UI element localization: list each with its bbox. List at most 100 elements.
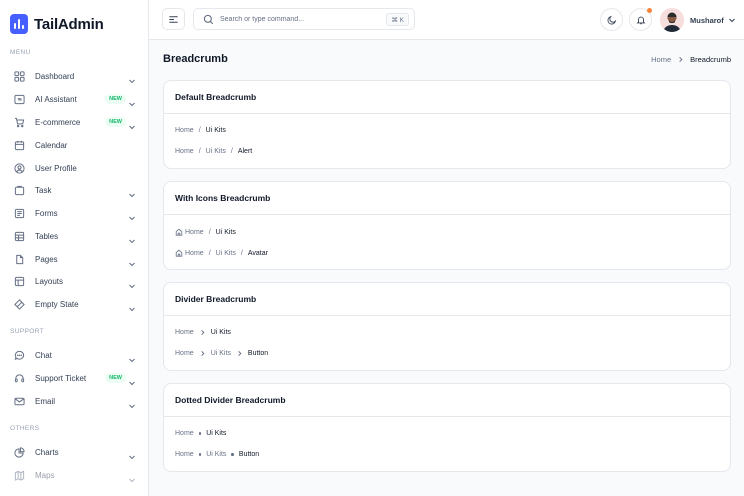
breadcrumb-separator: /: [198, 148, 201, 155]
chevron-right-icon: [199, 329, 206, 336]
breadcrumb-current: Alert: [237, 148, 253, 155]
sidebar-item-calendar[interactable]: Calendar: [12, 136, 136, 154]
sidebar-item-chat[interactable]: Chat: [12, 346, 136, 364]
breadcrumb-current: Ui Kits: [215, 228, 236, 236]
chevron-down-icon: [128, 448, 136, 460]
breadcrumb-link[interactable]: Ui Kits: [216, 250, 236, 257]
search-input[interactable]: [220, 15, 380, 23]
search-bar[interactable]: ⌘ K: [193, 8, 415, 30]
sidebar-item-support-ticket[interactable]: Support Ticket NEW: [12, 369, 136, 387]
top-header: ⌘ K Musharof: [149, 0, 744, 40]
notification-dot: [647, 8, 652, 13]
grid-icon: [12, 69, 26, 83]
dotted-breadcrumb-card: Dotted Divider Breadcrumb Home Ui Kits H…: [163, 383, 731, 472]
search-icon: [203, 14, 214, 25]
sidebar-item-maps[interactable]: Maps: [12, 466, 136, 484]
default-breadcrumb-card: Default Breadcrumb Home / Ui Kits Home /…: [163, 80, 731, 169]
layouts-icon: [12, 274, 26, 288]
avatar: [660, 8, 684, 32]
breadcrumb-link[interactable]: Home: [185, 229, 204, 236]
sidebar-item-layouts[interactable]: Layouts: [12, 272, 136, 290]
sidebar-item-label: Tables: [35, 231, 59, 241]
breadcrumb-link[interactable]: Home: [175, 127, 194, 134]
sidebar-item-label: Chat: [35, 350, 52, 360]
chevron-right-icon: [199, 350, 206, 357]
table-icon: [12, 229, 26, 243]
breadcrumb: Home Ui Kits Button: [175, 451, 259, 458]
breadcrumb-separator: /: [208, 249, 211, 257]
bell-icon: [636, 15, 646, 25]
breadcrumb-link[interactable]: Home: [175, 451, 194, 458]
breadcrumb: Home / Ui Kits / Alert: [175, 148, 252, 155]
breadcrumb-link[interactable]: Ui Kits: [206, 148, 226, 155]
breadcrumb-link[interactable]: Home: [175, 148, 194, 155]
icons-breadcrumb-card: With Icons Breadcrumb Home / Ui Kits Hom…: [163, 181, 731, 270]
sidebar-item-ai-assistant[interactable]: AI Assistant NEW: [12, 90, 136, 108]
sidebar-item-label: Calendar: [35, 140, 68, 150]
chevron-down-icon: [128, 300, 136, 312]
breadcrumb-current: Avatar: [247, 249, 268, 257]
menu-icon: [168, 14, 179, 25]
section-label-others: OTHERS: [10, 425, 40, 432]
new-badge: NEW: [105, 117, 126, 127]
chat-icon: [12, 348, 26, 362]
sidebar-item-label: Maps: [35, 470, 55, 480]
sidebar-item-email[interactable]: Email: [12, 392, 136, 410]
sidebar-item-label: Task: [35, 185, 52, 195]
card-title: Dotted Divider Breadcrumb: [164, 384, 730, 417]
breadcrumb-link[interactable]: Ui Kits: [211, 350, 231, 357]
dot-separator-icon: [198, 432, 202, 435]
sidebar-item-label: Layouts: [35, 276, 64, 286]
task-icon: [12, 183, 26, 197]
breadcrumb-separator: /: [198, 127, 201, 134]
chevron-down-icon: [128, 186, 136, 198]
sidebar-item-dashboard[interactable]: Dashboard: [12, 67, 136, 85]
sidebar-item-charts[interactable]: Charts: [12, 443, 136, 461]
sidebar-item-label: E-commerce: [35, 117, 81, 127]
cart-icon: [12, 115, 26, 129]
sidebar-item-label: Charts: [35, 447, 59, 457]
breadcrumb-current: Breadcrumb: [690, 55, 731, 64]
breadcrumb-current: Ui Kits: [210, 329, 231, 336]
section-label-support: SUPPORT: [10, 328, 45, 335]
brand-logo[interactable]: TailAdmin: [10, 14, 104, 34]
sidebar-item-empty-state[interactable]: Empty State: [12, 295, 136, 313]
breadcrumb-current: Button: [247, 350, 269, 357]
dot-separator-icon: [231, 453, 234, 456]
pie-chart-icon: [12, 445, 26, 459]
sidebar-item-e-commerce[interactable]: E-commerce NEW: [12, 113, 136, 131]
user-menu[interactable]: Musharof: [660, 8, 736, 32]
breadcrumb: Home / Ui Kits / Avatar: [175, 249, 268, 257]
card-title: Divider Breadcrumb: [164, 283, 730, 316]
notifications-button[interactable]: [629, 8, 652, 31]
sidebar-item-task[interactable]: Task: [12, 181, 136, 199]
sidebar-item-forms[interactable]: Forms: [12, 204, 136, 222]
breadcrumb: Home Ui Kits Button: [175, 350, 268, 357]
brand-name: TailAdmin: [34, 15, 104, 33]
section-label-menu: MENU: [10, 49, 31, 56]
sidebar-item-label: AI Assistant: [35, 94, 77, 104]
breadcrumb-link[interactable]: Home: [185, 250, 204, 257]
chevron-right-icon: [236, 350, 243, 357]
map-icon: [12, 468, 26, 482]
sidebar-item-user-profile[interactable]: User Profile: [12, 159, 136, 177]
breadcrumb-link[interactable]: Home: [175, 350, 194, 357]
dot-separator-icon: [198, 453, 202, 456]
sidebar-item-pages[interactable]: Pages: [12, 250, 136, 268]
sidebar-item-label: Empty State: [35, 299, 79, 309]
theme-toggle-button[interactable]: [600, 8, 623, 31]
breadcrumb-link[interactable]: Home: [175, 329, 194, 336]
sidebar-toggle-button[interactable]: [162, 8, 185, 30]
chevron-down-icon: [128, 374, 136, 386]
breadcrumb-link[interactable]: Ui Kits: [206, 451, 226, 458]
breadcrumb-link[interactable]: Home: [175, 430, 194, 437]
ai-sparkle-icon: [12, 92, 26, 106]
breadcrumb-separator: /: [240, 249, 243, 257]
breadcrumb-home-link[interactable]: Home: [651, 55, 671, 64]
divider-breadcrumb-card: Divider Breadcrumb Home Ui Kits Home Ui …: [163, 282, 731, 371]
sidebar-item-label: Pages: [35, 254, 58, 264]
chevron-down-icon: [728, 16, 736, 24]
sidebar-item-tables[interactable]: Tables: [12, 227, 136, 245]
sidebar-item-label: Dashboard: [35, 71, 75, 81]
chevron-down-icon: [128, 232, 136, 244]
